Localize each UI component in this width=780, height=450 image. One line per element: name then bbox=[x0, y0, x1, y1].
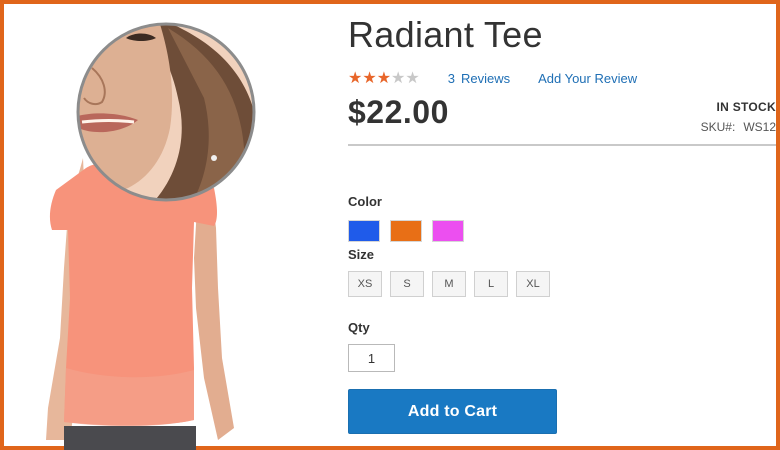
product-title: Radiant Tee bbox=[348, 14, 543, 55]
page-frame: Radiant Tee ★ ★ ★ ★ ★ 3 Reviews Add Your … bbox=[0, 0, 780, 450]
rating-summary: ★ ★ ★ ★ ★ 3 Reviews Add Your Review bbox=[348, 68, 637, 88]
orange-swatch[interactable] bbox=[390, 220, 422, 242]
add-to-cart-button[interactable]: Add to Cart bbox=[348, 389, 557, 434]
color-swatches bbox=[348, 220, 464, 242]
size-option-xs[interactable]: XS bbox=[348, 271, 382, 297]
qty-input[interactable] bbox=[348, 344, 395, 372]
size-option-l[interactable]: L bbox=[474, 271, 508, 297]
size-option-xl[interactable]: XL bbox=[516, 271, 550, 297]
sku-value: WS12 bbox=[743, 120, 776, 134]
blue-swatch[interactable] bbox=[348, 220, 380, 242]
reviews-link[interactable]: 3 Reviews bbox=[448, 71, 510, 86]
product-info: Radiant Tee ★ ★ ★ ★ ★ 3 Reviews Add Your … bbox=[348, 14, 778, 434]
review-label: Reviews bbox=[460, 70, 511, 86]
add-review-link[interactable]: Add Your Review bbox=[538, 71, 637, 86]
product-price: $22.00 bbox=[348, 94, 449, 130]
star-icon: ★ bbox=[391, 68, 406, 87]
purple-swatch[interactable] bbox=[432, 220, 464, 242]
sku-label: SKU#: bbox=[700, 120, 736, 134]
divider bbox=[348, 144, 776, 146]
rating-stars: ★ ★ ★ ★ ★ bbox=[348, 70, 420, 86]
review-count: 3 bbox=[447, 70, 455, 86]
size-option-s[interactable]: S bbox=[390, 271, 424, 297]
product-image[interactable] bbox=[8, 8, 308, 450]
product-photo bbox=[46, 22, 256, 450]
qty-label: Qty bbox=[348, 320, 370, 335]
size-options: XS S M L XL bbox=[348, 271, 550, 297]
star-icon: ★ bbox=[405, 68, 420, 87]
star-icon: ★ bbox=[376, 68, 392, 87]
sku: SKU#: WS12 bbox=[701, 120, 776, 134]
size-label: Size bbox=[348, 247, 375, 262]
star-icon: ★ bbox=[348, 68, 363, 87]
stock-status: IN STOCK bbox=[716, 100, 776, 114]
size-option-m[interactable]: M bbox=[432, 271, 466, 297]
star-icon: ★ bbox=[362, 68, 377, 87]
color-label: Color bbox=[348, 194, 382, 209]
